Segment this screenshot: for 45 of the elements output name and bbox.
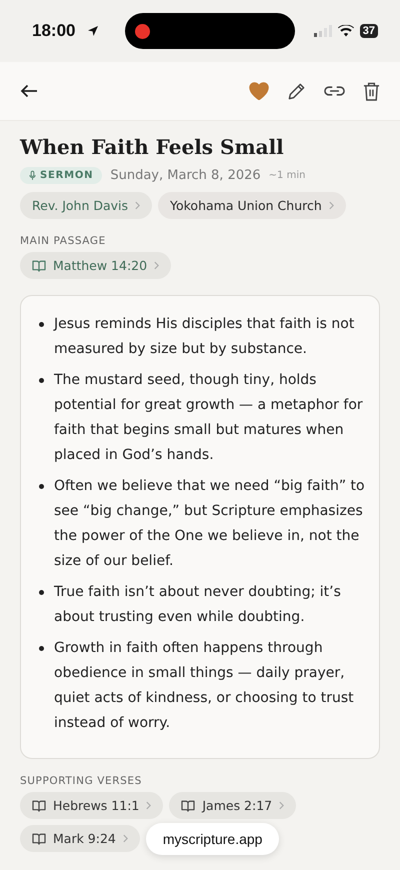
chevron-icon bbox=[135, 201, 140, 210]
status-time: 18:00 bbox=[32, 21, 76, 41]
section-label: MAIN PASSAGE bbox=[20, 235, 107, 247]
book-icon bbox=[181, 800, 196, 812]
note-text: Jesus reminds His disciples that faith is not measured by size but by substance. bbox=[54, 315, 356, 359]
recording-dot-icon bbox=[135, 24, 150, 38]
heart-icon[interactable] bbox=[249, 82, 269, 100]
battery-level: 37 bbox=[360, 24, 378, 38]
bullet-icon bbox=[39, 378, 44, 383]
note-text: Often we believe that we need “big faith” to see “big change,” but Scripture emphasizes the power of the One we believe in, not the size of our belief. bbox=[54, 477, 365, 571]
location-arrow-icon bbox=[87, 25, 100, 37]
chevron-icon bbox=[328, 201, 334, 210]
chevron-icon bbox=[146, 801, 152, 810]
bullet-icon bbox=[39, 322, 44, 327]
verse-chip[interactable]: James 2:17 bbox=[169, 792, 296, 819]
sermon-badge: SERMON bbox=[20, 167, 102, 184]
book-icon bbox=[32, 800, 46, 812]
chevron-icon bbox=[279, 801, 284, 810]
book-icon bbox=[32, 832, 46, 844]
verse-chip[interactable]: Hebrews 11:1 bbox=[20, 792, 164, 819]
note-text: True faith isn’t about never doubting; it’s about trusting even while doubting. bbox=[54, 583, 342, 627]
bullet-icon bbox=[39, 646, 44, 651]
note-text: The mustard seed, though tiny, holds potential for great growth — a metaphor for faith that begins small but matures when placed in God’s hands. bbox=[54, 371, 364, 465]
bullet-icon bbox=[39, 484, 44, 489]
sermon-date: Sunday, March 8, 2026 bbox=[110, 168, 261, 183]
signal-icon bbox=[314, 25, 332, 37]
back-arrow-icon[interactable] bbox=[20, 84, 38, 98]
reading-time: ~1 min bbox=[268, 170, 306, 181]
sermon-title: When Faith Feels Small bbox=[20, 135, 285, 159]
url-pill[interactable]: myscripture.app bbox=[146, 823, 280, 855]
trash-icon[interactable] bbox=[363, 82, 380, 100]
speaker-chip[interactable]: Rev. John Davis bbox=[20, 192, 152, 219]
microphone-icon bbox=[29, 170, 36, 181]
chevron-icon bbox=[122, 834, 128, 843]
chevron-icon bbox=[154, 261, 160, 270]
passage-chip[interactable]: Matthew 14:20 bbox=[20, 252, 172, 279]
book-icon bbox=[32, 260, 46, 272]
pencil-icon[interactable] bbox=[287, 82, 306, 100]
wifi-icon bbox=[338, 25, 354, 37]
note-text: Growth in faith often happens through obedience in small things — daily prayer, quiet acts of kindness, or choosing to trust instead of worry. bbox=[54, 639, 355, 733]
bullet-icon bbox=[39, 590, 44, 595]
section-label: SUPPORTING VERSES bbox=[20, 775, 143, 787]
link-icon[interactable] bbox=[324, 85, 345, 97]
verse-chip[interactable]: Mark 9:24 bbox=[20, 825, 140, 852]
church-chip[interactable]: Yokohama Union Church bbox=[158, 192, 346, 219]
